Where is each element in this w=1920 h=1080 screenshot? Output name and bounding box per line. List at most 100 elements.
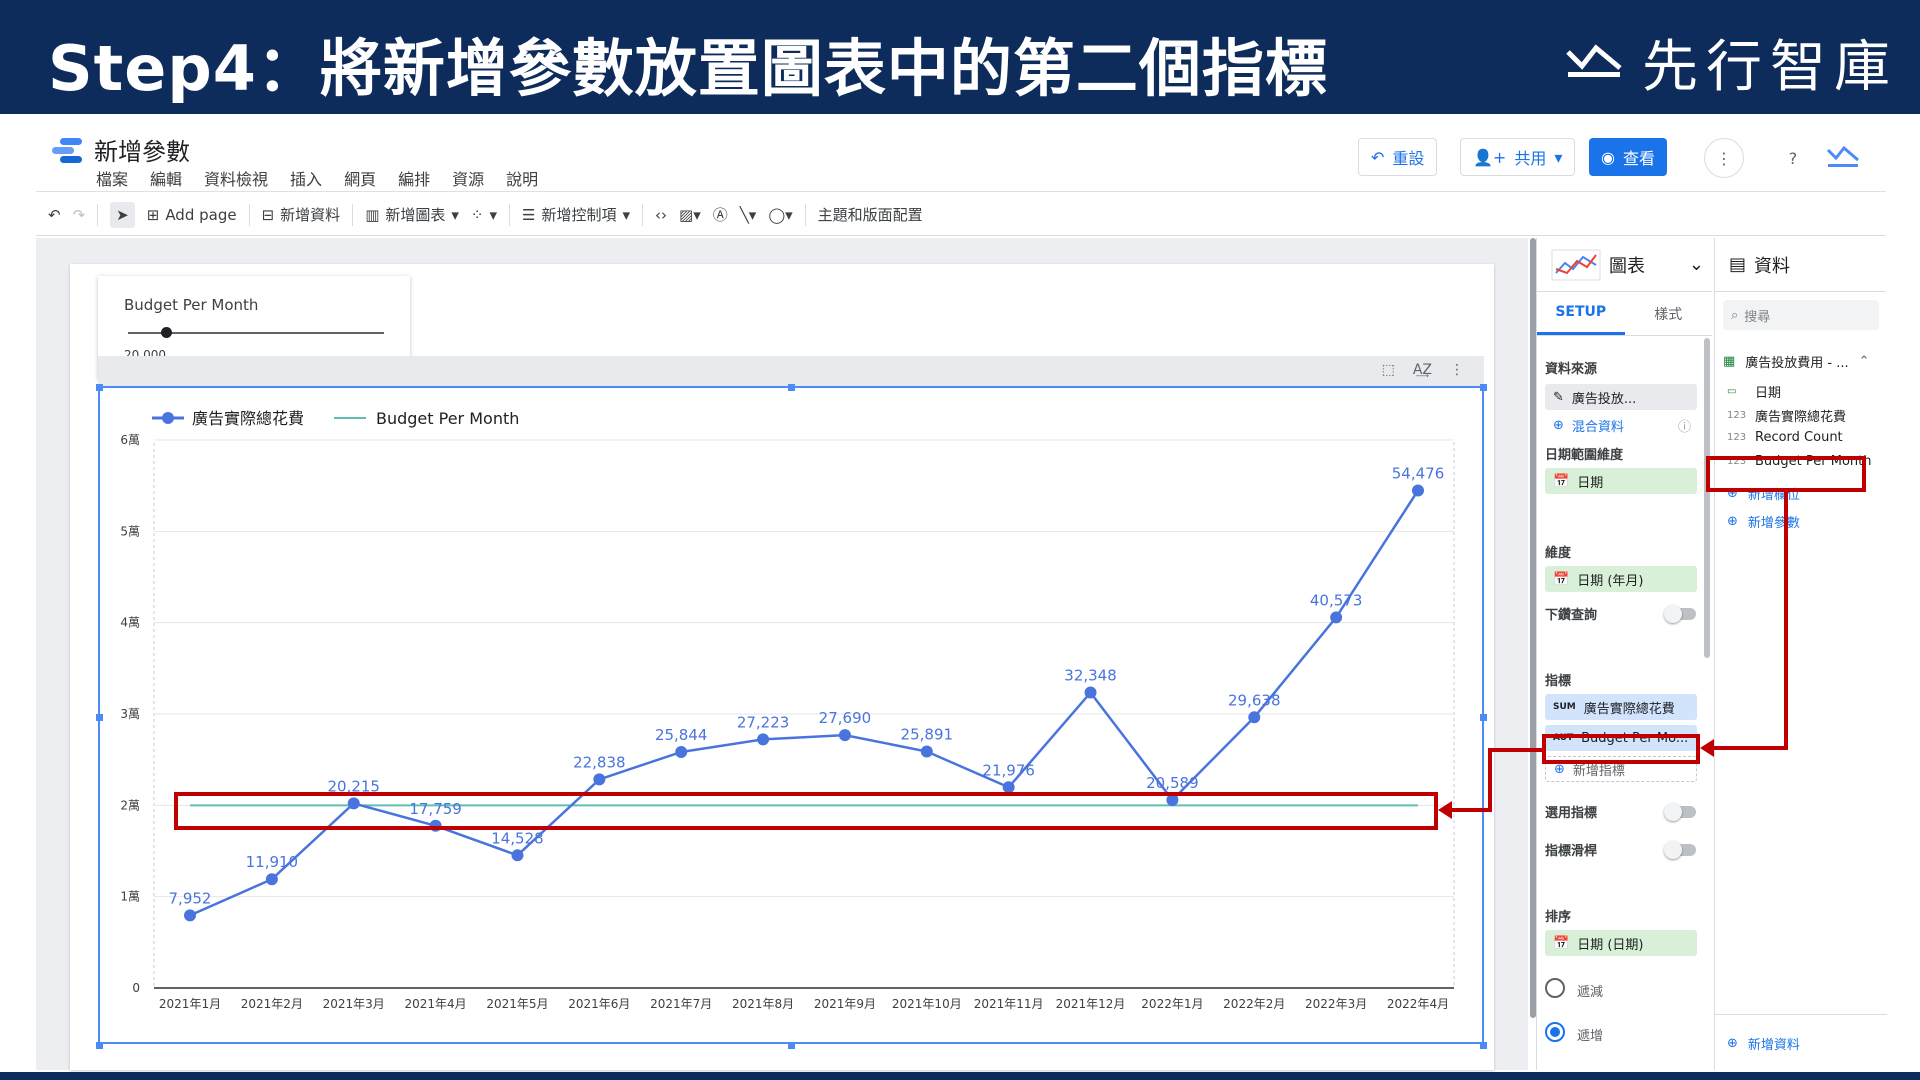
- help-icon[interactable]: ?: [1773, 138, 1813, 178]
- y-tick-label: 5萬: [120, 524, 140, 538]
- slider-thumb[interactable]: [161, 327, 173, 338]
- select-pointer-icon[interactable]: ➤: [110, 201, 135, 228]
- field-search-input[interactable]: ⌕ 搜尋: [1723, 300, 1879, 330]
- brand-name: 先行智庫: [1642, 35, 1898, 100]
- metric-1-name: 廣告實際總花費: [1583, 701, 1675, 717]
- data-source-row[interactable]: ▦ 廣告投放費用 - ... ⌃: [1723, 352, 1870, 371]
- menu-file[interactable]: 檔案: [96, 166, 128, 190]
- theme-layout-button[interactable]: 主題和版面配置: [818, 204, 923, 225]
- optional-metrics-toggle[interactable]: [1664, 803, 1696, 821]
- redo-icon[interactable]: ↷: [73, 206, 86, 224]
- account-logo-icon[interactable]: [1826, 142, 1860, 172]
- chevron-down-icon[interactable]: ⌄: [1689, 254, 1704, 275]
- drilldown-toggle[interactable]: [1664, 605, 1696, 623]
- data-studio-logo-icon: [52, 138, 82, 163]
- resize-handle[interactable]: [96, 384, 103, 391]
- date-range-chip[interactable]: 📅 日期: [1545, 468, 1697, 494]
- data-label: 32,348: [1064, 667, 1117, 685]
- x-tick-label: 2021年12月: [1056, 997, 1126, 1011]
- data-panel-header: ▤ 資料: [1715, 238, 1886, 292]
- add-page-button[interactable]: ⊞ Add page: [147, 206, 237, 224]
- select-area-icon[interactable]: ⬚: [1382, 362, 1395, 378]
- resize-handle[interactable]: [1480, 1042, 1487, 1049]
- embed-code-icon[interactable]: ‹›: [655, 206, 667, 224]
- data-point: [1412, 484, 1424, 497]
- menu-view[interactable]: 資料檢視: [204, 166, 268, 190]
- data-source-chip[interactable]: ✎ 廣告投放...: [1545, 384, 1697, 410]
- reset-button[interactable]: ↶ 重設: [1358, 138, 1438, 176]
- chart-type-label: 圖表: [1609, 255, 1645, 277]
- sort-chip[interactable]: 📅 日期 (日期): [1545, 930, 1697, 956]
- date-range-label: 日期範圍維度: [1545, 448, 1624, 463]
- resize-handle[interactable]: [96, 1042, 103, 1049]
- toolbar-divider: [509, 203, 511, 226]
- resize-handle[interactable]: [788, 1042, 795, 1049]
- tab-setup[interactable]: SETUP: [1537, 292, 1625, 335]
- resize-handle[interactable]: [1480, 384, 1487, 391]
- text-icon[interactable]: Ⓐ: [713, 204, 728, 225]
- share-button[interactable]: 👤+ 共用 ▾: [1460, 138, 1576, 176]
- menu-insert[interactable]: 插入: [290, 166, 322, 190]
- legend-label-spend: 廣告實際總花費: [192, 409, 304, 428]
- view-button[interactable]: ◉ 查看: [1589, 138, 1667, 176]
- field-name: Record Count: [1755, 430, 1843, 445]
- share-label: 共用: [1514, 149, 1547, 168]
- x-tick-label: 2022年1月: [1141, 997, 1203, 1011]
- menu-edit[interactable]: 編輯: [150, 166, 182, 190]
- tab-style[interactable]: 樣式: [1625, 292, 1713, 335]
- sort-asc-radio[interactable]: [1545, 1022, 1565, 1042]
- blend-data-button[interactable]: ⊕ 混合資料 ⓘ: [1545, 412, 1697, 438]
- menu-page[interactable]: 網頁: [344, 166, 376, 190]
- metric-chip-spend[interactable]: SUM 廣告實際總花費: [1545, 694, 1697, 720]
- add-control-button[interactable]: ☰ 新增控制項 ▾: [522, 204, 630, 225]
- resize-handle[interactable]: [788, 384, 795, 391]
- undo-icon[interactable]: ↶: [48, 206, 61, 224]
- slider-track[interactable]: [128, 327, 384, 338]
- metric-slider-toggle[interactable]: [1664, 841, 1696, 859]
- x-tick-label: 2021年8月: [732, 997, 794, 1011]
- field-row[interactable]: ▭ 日期: [1727, 382, 1781, 401]
- dimension-chip[interactable]: 📅 日期 (年月): [1545, 566, 1697, 592]
- add-data-source-button[interactable]: ⊕ 新增資料: [1727, 1034, 1800, 1053]
- field-type: 123: [1727, 410, 1747, 421]
- highlight-budget-field: [1706, 456, 1866, 492]
- report-canvas: Budget Per Month 20,000 ⬚ A͢Z ⋮ 0 1萬 2萬 3萬 4…: [36, 238, 1536, 1070]
- resize-handle[interactable]: [1480, 714, 1487, 721]
- shape-icon[interactable]: ◯▾: [768, 206, 792, 224]
- help-icon[interactable]: ⓘ: [1678, 416, 1691, 435]
- x-tick-label: 2021年9月: [814, 997, 876, 1011]
- sort-az-icon[interactable]: A͢Z: [1413, 362, 1432, 378]
- pencil-icon[interactable]: ✎: [1553, 390, 1564, 405]
- looker-studio-app: 新增參數 檔案 編輯 資料檢視 插入 網頁 編排 資源 說明 ↶ 重設 👤+ 共…: [36, 114, 1887, 1070]
- chart-more-icon[interactable]: ⋮: [1450, 362, 1464, 378]
- field-row[interactable]: 123 Record Count: [1727, 430, 1843, 445]
- resize-handle[interactable]: [96, 714, 103, 721]
- components-icon: ⁘: [470, 205, 484, 224]
- toolbar-divider: [642, 203, 644, 226]
- field-type: 123: [1727, 432, 1747, 443]
- more-options-icon[interactable]: ⋮: [1704, 138, 1744, 178]
- community-viz-button[interactable]: ⁘ ▾: [471, 206, 497, 224]
- line-icon[interactable]: ╲▾: [740, 206, 757, 224]
- panel-scrollbar[interactable]: [1704, 338, 1710, 658]
- add-param-button[interactable]: ⊕ 新增參數: [1727, 512, 1800, 531]
- collapse-icon[interactable]: ⌃: [1859, 354, 1870, 369]
- time-series-chart[interactable]: 0 1萬 2萬 3萬 4萬 5萬 6萬 2021年1月 2021年2月 2021年3月 2021年4…: [98, 386, 1484, 1044]
- add-chart-button[interactable]: ▥ 新增圖表 ▾: [365, 204, 459, 225]
- sheets-icon: ▦: [1723, 354, 1736, 369]
- add-page-label: Add page: [165, 205, 237, 224]
- y-tick-label: 6萬: [120, 433, 140, 447]
- menu-help[interactable]: 說明: [506, 166, 538, 190]
- field-row[interactable]: 123 廣告實際總花費: [1727, 406, 1846, 425]
- menu-arrange[interactable]: 編排: [398, 166, 430, 190]
- chart-type-selector[interactable]: 圖表 ⌄: [1537, 238, 1712, 292]
- toolbar-divider: [352, 203, 354, 226]
- menu-resource[interactable]: 資源: [452, 166, 484, 190]
- eye-icon: ◉: [1601, 147, 1615, 167]
- image-icon[interactable]: ▨▾: [679, 206, 701, 224]
- chevron-down-icon[interactable]: ▾: [1554, 148, 1562, 167]
- data-source-name: 廣告投放費用 - ...: [1745, 356, 1849, 371]
- add-data-button[interactable]: ⊟ 新增資料: [262, 204, 341, 225]
- sort-desc-radio[interactable]: [1545, 978, 1565, 998]
- report-title[interactable]: 新增參數: [94, 132, 190, 167]
